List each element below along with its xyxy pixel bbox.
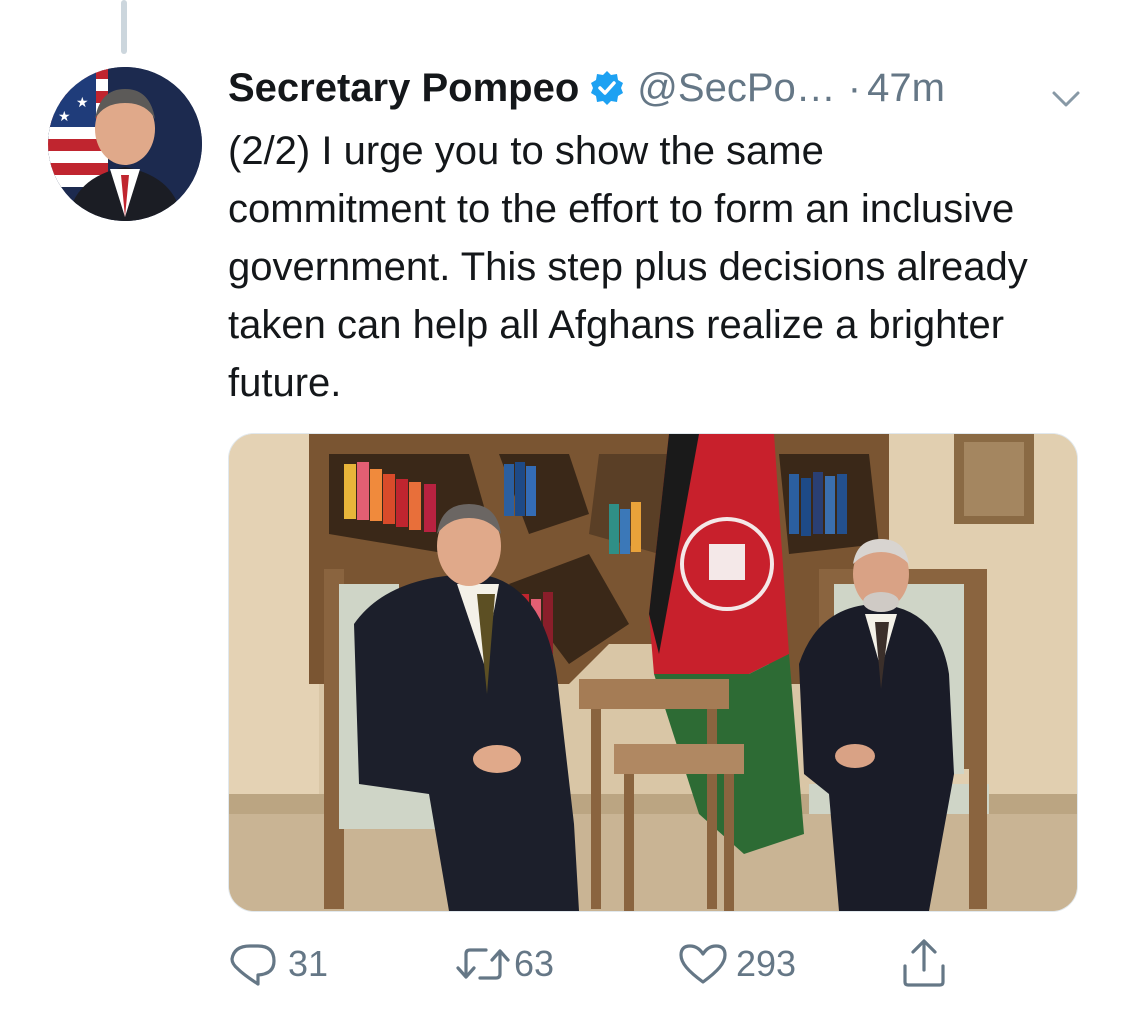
tweet-actions: 31 63 293 [0,938,1125,988]
tweet-text: (2/2) I urge you to show the same commit… [228,129,1028,405]
svg-text:★: ★ [58,76,71,92]
chevron-down-icon[interactable] [1048,76,1084,107]
reply-count: 31 [288,943,329,984]
timestamp[interactable]: 47m [867,66,945,111]
like-count: 293 [736,943,797,984]
retweet-count: 63 [514,943,555,984]
author-name[interactable]: Secretary Pompeo [228,66,579,111]
author-handle[interactable]: @SecPo… [637,66,835,111]
tweet-content: Secretary Pompeo @SecPo… · 47m (2/2) I u… [228,62,1088,412]
like-button[interactable]: 293 [678,942,796,986]
retweet-icon [454,942,512,986]
reply-button[interactable]: 31 [228,942,328,986]
avatar[interactable]: ★ ★ ★ [48,67,202,221]
thread-connector-line [121,0,127,54]
share-button[interactable] [900,938,948,988]
tweet-photo[interactable] [228,433,1078,912]
share-icon [900,938,948,988]
heart-icon [678,942,728,986]
reply-icon [228,942,280,986]
tweet-header: Secretary Pompeo @SecPo… · 47m [228,62,1088,114]
svg-text:★: ★ [76,94,89,110]
verified-badge-icon [589,70,625,106]
retweet-button[interactable]: 63 [454,942,554,986]
separator-dot: · [847,65,862,110]
svg-text:★: ★ [58,108,71,124]
